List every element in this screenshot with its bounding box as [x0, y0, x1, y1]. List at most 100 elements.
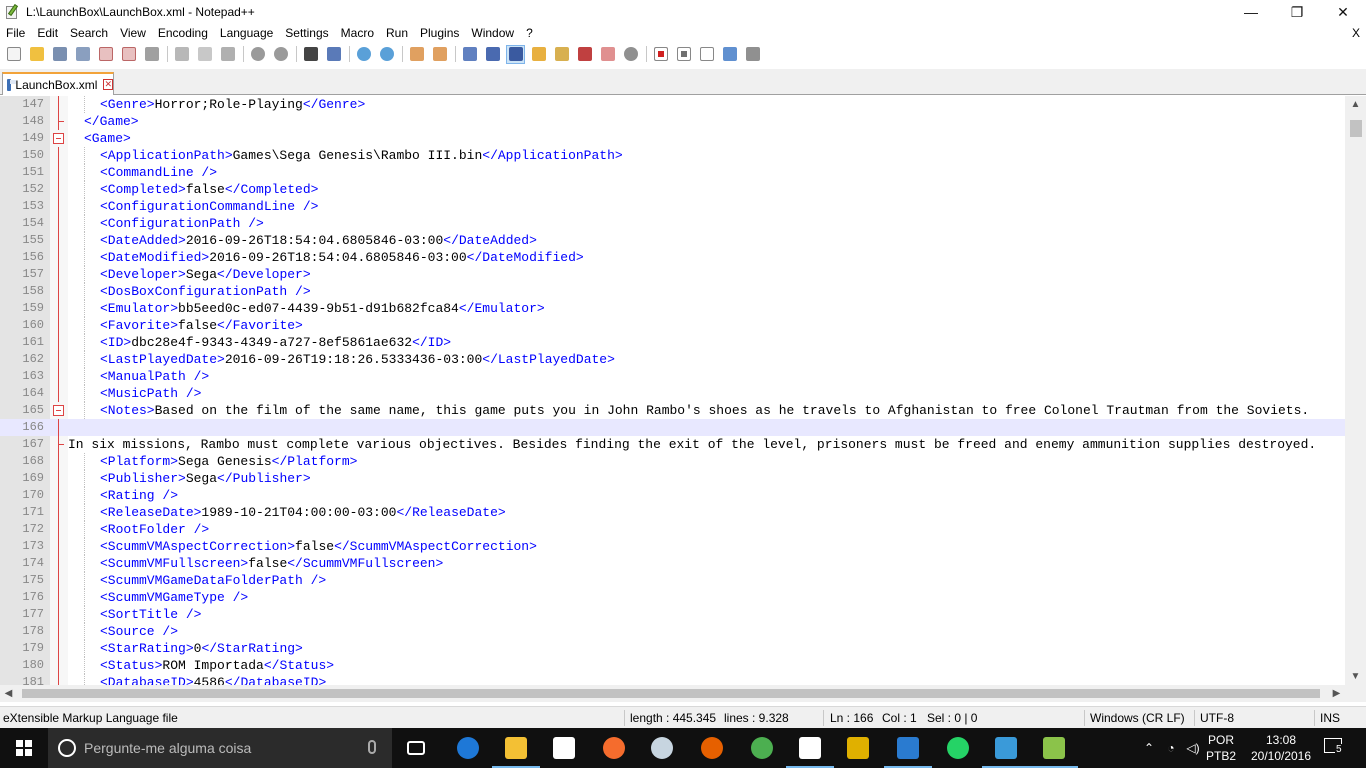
editor[interactable]: 147 <Genre>Horror;Role-Playing</Genre> 148… [0, 96, 1366, 685]
save-macro-button[interactable] [743, 45, 762, 64]
print-button[interactable] [142, 45, 161, 64]
code-line[interactable]: 173 <ScummVMAspectCorrection>false</Scumm… [0, 538, 1345, 555]
word-wrap-button[interactable] [460, 45, 479, 64]
scroll-right-icon[interactable]: ▶ [1328, 685, 1345, 702]
code-line[interactable]: 169 <Publisher>Sega</Publisher> [0, 470, 1345, 487]
taskbar-app-firefox[interactable] [688, 728, 736, 768]
code-line[interactable]: 148 </Game> [0, 113, 1345, 130]
code-line[interactable]: 174 <ScummVMFullscreen>false</ScummVMFull… [0, 555, 1345, 572]
close-file-button[interactable] [96, 45, 115, 64]
indent-guide-button[interactable] [506, 44, 525, 64]
volume-icon[interactable]: ◁) [1182, 741, 1204, 755]
taskbar-app-steam[interactable] [638, 728, 686, 768]
cortana-search-box[interactable]: Pergunte-me alguma coisa [48, 728, 392, 768]
menu-help[interactable]: ? [520, 24, 539, 43]
menu-run[interactable]: Run [380, 24, 414, 43]
code-line[interactable]: 162 <LastPlayedDate>2016-09-26T19:18:26.5… [0, 351, 1345, 368]
code-line[interactable]: 171 <ReleaseDate>1989-10-21T04:00:00-03:0… [0, 504, 1345, 521]
status-insert-mode[interactable]: INS [1320, 707, 1340, 729]
code-line[interactable]: 147 <Genre>Horror;Role-Playing</Genre> [0, 96, 1345, 113]
vertical-scrollbar[interactable]: ▲ ▼ [1345, 96, 1366, 685]
open-file-button[interactable] [27, 45, 46, 64]
sync-horizontal-button[interactable] [430, 45, 449, 64]
sync-vertical-button[interactable] [407, 45, 426, 64]
menu-search[interactable]: Search [64, 24, 114, 43]
menu-file[interactable]: File [0, 24, 31, 43]
taskbar-app-edge[interactable] [444, 728, 492, 768]
status-selection[interactable]: Sel : 0 | 0 [927, 707, 977, 729]
code-line[interactable]: 165 <Notes>Based on the film of the same … [0, 402, 1345, 419]
status-line-number[interactable]: Ln : 166 [830, 707, 873, 729]
status-column[interactable]: Col : 1 [882, 707, 917, 729]
status-encoding[interactable]: UTF-8 [1200, 707, 1234, 729]
code-line[interactable]: 181 <DatabaseID>4586</DatabaseID> [0, 674, 1345, 685]
save-all-button[interactable] [73, 45, 92, 64]
action-center-button[interactable]: 5 [1322, 736, 1346, 758]
paste-button[interactable] [218, 45, 237, 64]
taskbar-app-origin[interactable] [590, 728, 638, 768]
code-line[interactable]: 154 <ConfigurationPath /> [0, 215, 1345, 232]
taskbar-app-notepad-plus-plus[interactable] [1030, 728, 1078, 768]
maximize-button[interactable]: ❐ [1274, 0, 1320, 24]
menu-edit[interactable]: Edit [31, 24, 64, 43]
status-eol[interactable]: Windows (CR LF) [1090, 707, 1185, 729]
zoom-in-button[interactable] [354, 45, 373, 64]
vertical-scroll-thumb[interactable] [1350, 120, 1362, 137]
code-line[interactable]: 161 <ID>dbc28e4f-9343-4349-a727-8ef5861ae… [0, 334, 1345, 351]
menu-macro[interactable]: Macro [335, 24, 380, 43]
undo-button[interactable] [248, 45, 267, 64]
minimize-button[interactable]: — [1228, 0, 1274, 24]
find-button[interactable] [301, 45, 320, 64]
code-line[interactable]: 176 <ScummVMGameType /> [0, 589, 1345, 606]
menu-view[interactable]: View [114, 24, 152, 43]
function-list-button[interactable] [575, 45, 594, 64]
code-line[interactable]: 151 <CommandLine /> [0, 164, 1345, 181]
cut-button[interactable] [172, 45, 191, 64]
clock[interactable]: 13:08 20/10/2016 [1236, 732, 1326, 764]
code-line[interactable]: 156 <DateModified>2016-09-26T18:54:04.680… [0, 249, 1345, 266]
close-document-button[interactable]: X [1352, 24, 1360, 43]
code-area[interactable]: 147 <Genre>Horror;Role-Playing</Genre> 148… [0, 96, 1345, 685]
tab-close-icon[interactable]: ✕ [103, 79, 113, 90]
taskbar-app-launchbox[interactable] [982, 728, 1030, 768]
define-language-button[interactable] [529, 45, 548, 64]
code-line[interactable]: 153 <ConfigurationCommandLine /> [0, 198, 1345, 215]
scroll-down-icon[interactable]: ▼ [1345, 668, 1366, 685]
chevron-up-icon[interactable]: ⌃ [1138, 741, 1160, 755]
fold-toggle-icon[interactable] [53, 405, 64, 416]
doc-map-button[interactable] [552, 45, 571, 64]
code-line[interactable]: 150 <ApplicationPath>Games\Sega Genesis\R… [0, 147, 1345, 164]
code-line[interactable]: 166 [0, 419, 1345, 436]
code-line[interactable]: 170 <Rating /> [0, 487, 1345, 504]
code-line[interactable]: 163 <ManualPath /> [0, 368, 1345, 385]
code-line[interactable]: 175 <ScummVMGameDataFolderPath /> [0, 572, 1345, 589]
run-macro-multiple-button[interactable] [720, 45, 739, 64]
taskbar-app-chrome[interactable] [738, 728, 786, 768]
redo-button[interactable] [271, 45, 290, 64]
taskbar-app-store[interactable] [540, 728, 588, 768]
copy-button[interactable] [195, 45, 214, 64]
taskbar-app-whatsapp[interactable] [934, 728, 982, 768]
code-line[interactable]: 157 <Developer>Sega</Developer> [0, 266, 1345, 283]
play-macro-button[interactable] [697, 45, 716, 64]
taskbar-app-file-explorer[interactable] [492, 728, 540, 768]
code-line[interactable]: 168 <Platform>Sega Genesis</Platform> [0, 453, 1345, 470]
taskbar-app-remote-desktop[interactable] [884, 728, 932, 768]
menu-language[interactable]: Language [214, 24, 279, 43]
code-line[interactable]: 167 In six missions, Rambo must complete … [0, 436, 1345, 453]
menu-settings[interactable]: Settings [279, 24, 334, 43]
save-button[interactable] [50, 45, 69, 64]
folder-workspace-button[interactable] [598, 45, 617, 64]
taskbar-app-calculator[interactable] [786, 728, 834, 768]
monitoring-button[interactable] [621, 45, 640, 64]
code-line[interactable]: 160 <Favorite>false</Favorite> [0, 317, 1345, 334]
horizontal-scrollbar[interactable]: ◀ ▶ [0, 685, 1345, 702]
close-button[interactable]: ✕ [1320, 0, 1366, 24]
input-language[interactable]: POR PTB2 [1206, 732, 1236, 764]
new-file-button[interactable] [4, 45, 23, 64]
microphone-icon[interactable] [368, 740, 376, 754]
zoom-out-button[interactable] [377, 45, 396, 64]
replace-button[interactable] [324, 45, 343, 64]
taskbar-app-paint-app[interactable] [834, 728, 882, 768]
menu-window[interactable]: Window [465, 24, 520, 43]
